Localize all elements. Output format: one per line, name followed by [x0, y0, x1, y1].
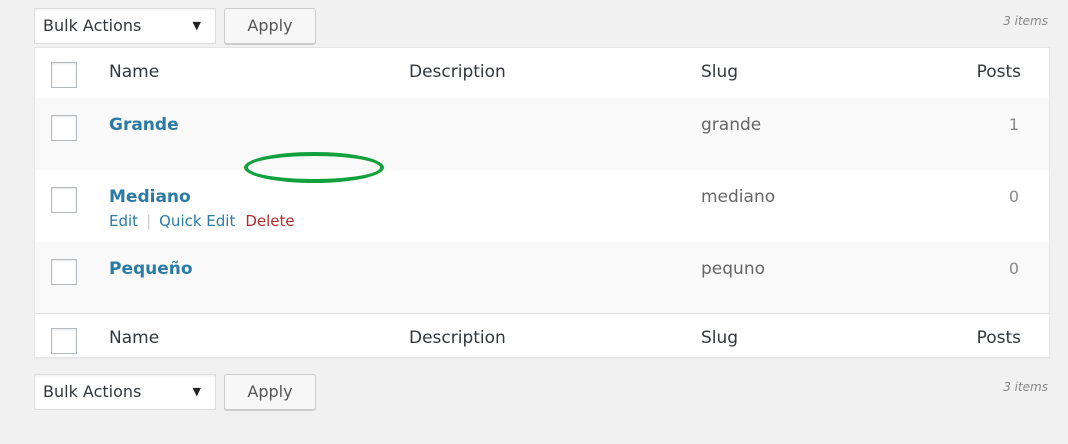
- bulk-actions-select-bottom[interactable]: Bulk Actions ▼: [34, 374, 216, 410]
- term-slug: mediano: [701, 187, 776, 207]
- items-count-bottom: 3 items: [1003, 380, 1048, 394]
- term-slug: grande: [701, 115, 762, 135]
- row-checkbox[interactable]: [51, 115, 77, 141]
- term-posts-count[interactable]: 0: [1009, 259, 1019, 278]
- term-name-link[interactable]: Mediano: [109, 187, 191, 207]
- select-all-checkbox-footer[interactable]: [51, 328, 77, 354]
- column-header-posts[interactable]: Posts: [977, 62, 1021, 82]
- term-name-link[interactable]: Pequeño: [109, 259, 193, 279]
- triangle-down-icon: ▼: [192, 19, 201, 32]
- quick-edit-link[interactable]: Quick Edit: [159, 212, 235, 230]
- table-row: Grande grande 1: [35, 98, 1049, 170]
- terms-table: Name Description Slug Posts Grande grand…: [34, 47, 1050, 358]
- column-header-name[interactable]: Name: [109, 62, 159, 82]
- row-checkbox[interactable]: [51, 259, 77, 285]
- delete-highlight-ellipse: [244, 152, 384, 183]
- bottom-tablenav: Bulk Actions ▼ Apply 3 items: [34, 370, 1050, 410]
- edit-link[interactable]: Edit: [109, 212, 138, 230]
- column-footer-name[interactable]: Name: [109, 328, 159, 348]
- column-footer-slug[interactable]: Slug: [701, 328, 738, 348]
- row-actions: Edit | Quick Edit Delete: [109, 212, 295, 230]
- table-row: Mediano Edit | Quick Edit Delete mediano 0: [35, 170, 1049, 242]
- delete-link[interactable]: Delete: [245, 212, 294, 230]
- items-count-top: 3 items: [1003, 14, 1048, 28]
- bulk-actions-select-top[interactable]: Bulk Actions ▼: [34, 8, 216, 44]
- column-footer-posts[interactable]: Posts: [977, 328, 1021, 348]
- apply-button-bottom[interactable]: Apply: [224, 374, 316, 410]
- bulk-actions-label: Bulk Actions: [43, 16, 142, 35]
- term-slug: pequno: [701, 259, 765, 279]
- action-separator: |: [146, 212, 152, 230]
- table-footer-row: Name Description Slug Posts: [35, 313, 1049, 359]
- term-posts-count[interactable]: 0: [1009, 187, 1019, 206]
- top-tablenav: Bulk Actions ▼ Apply 3 items: [34, 4, 1050, 44]
- apply-button-top[interactable]: Apply: [224, 8, 316, 44]
- select-all-checkbox-header[interactable]: [51, 62, 77, 88]
- term-posts-count[interactable]: 1: [1009, 115, 1019, 134]
- bulk-actions-label: Bulk Actions: [43, 382, 142, 401]
- column-footer-description[interactable]: Description: [409, 328, 506, 348]
- table-row: Pequeño pequno 0: [35, 242, 1049, 313]
- triangle-down-icon: ▼: [192, 385, 201, 398]
- column-header-description[interactable]: Description: [409, 62, 506, 82]
- row-checkbox[interactable]: [51, 187, 77, 213]
- column-header-slug[interactable]: Slug: [701, 62, 738, 82]
- term-name-link[interactable]: Grande: [109, 115, 179, 135]
- table-header-row: Name Description Slug Posts: [35, 48, 1049, 99]
